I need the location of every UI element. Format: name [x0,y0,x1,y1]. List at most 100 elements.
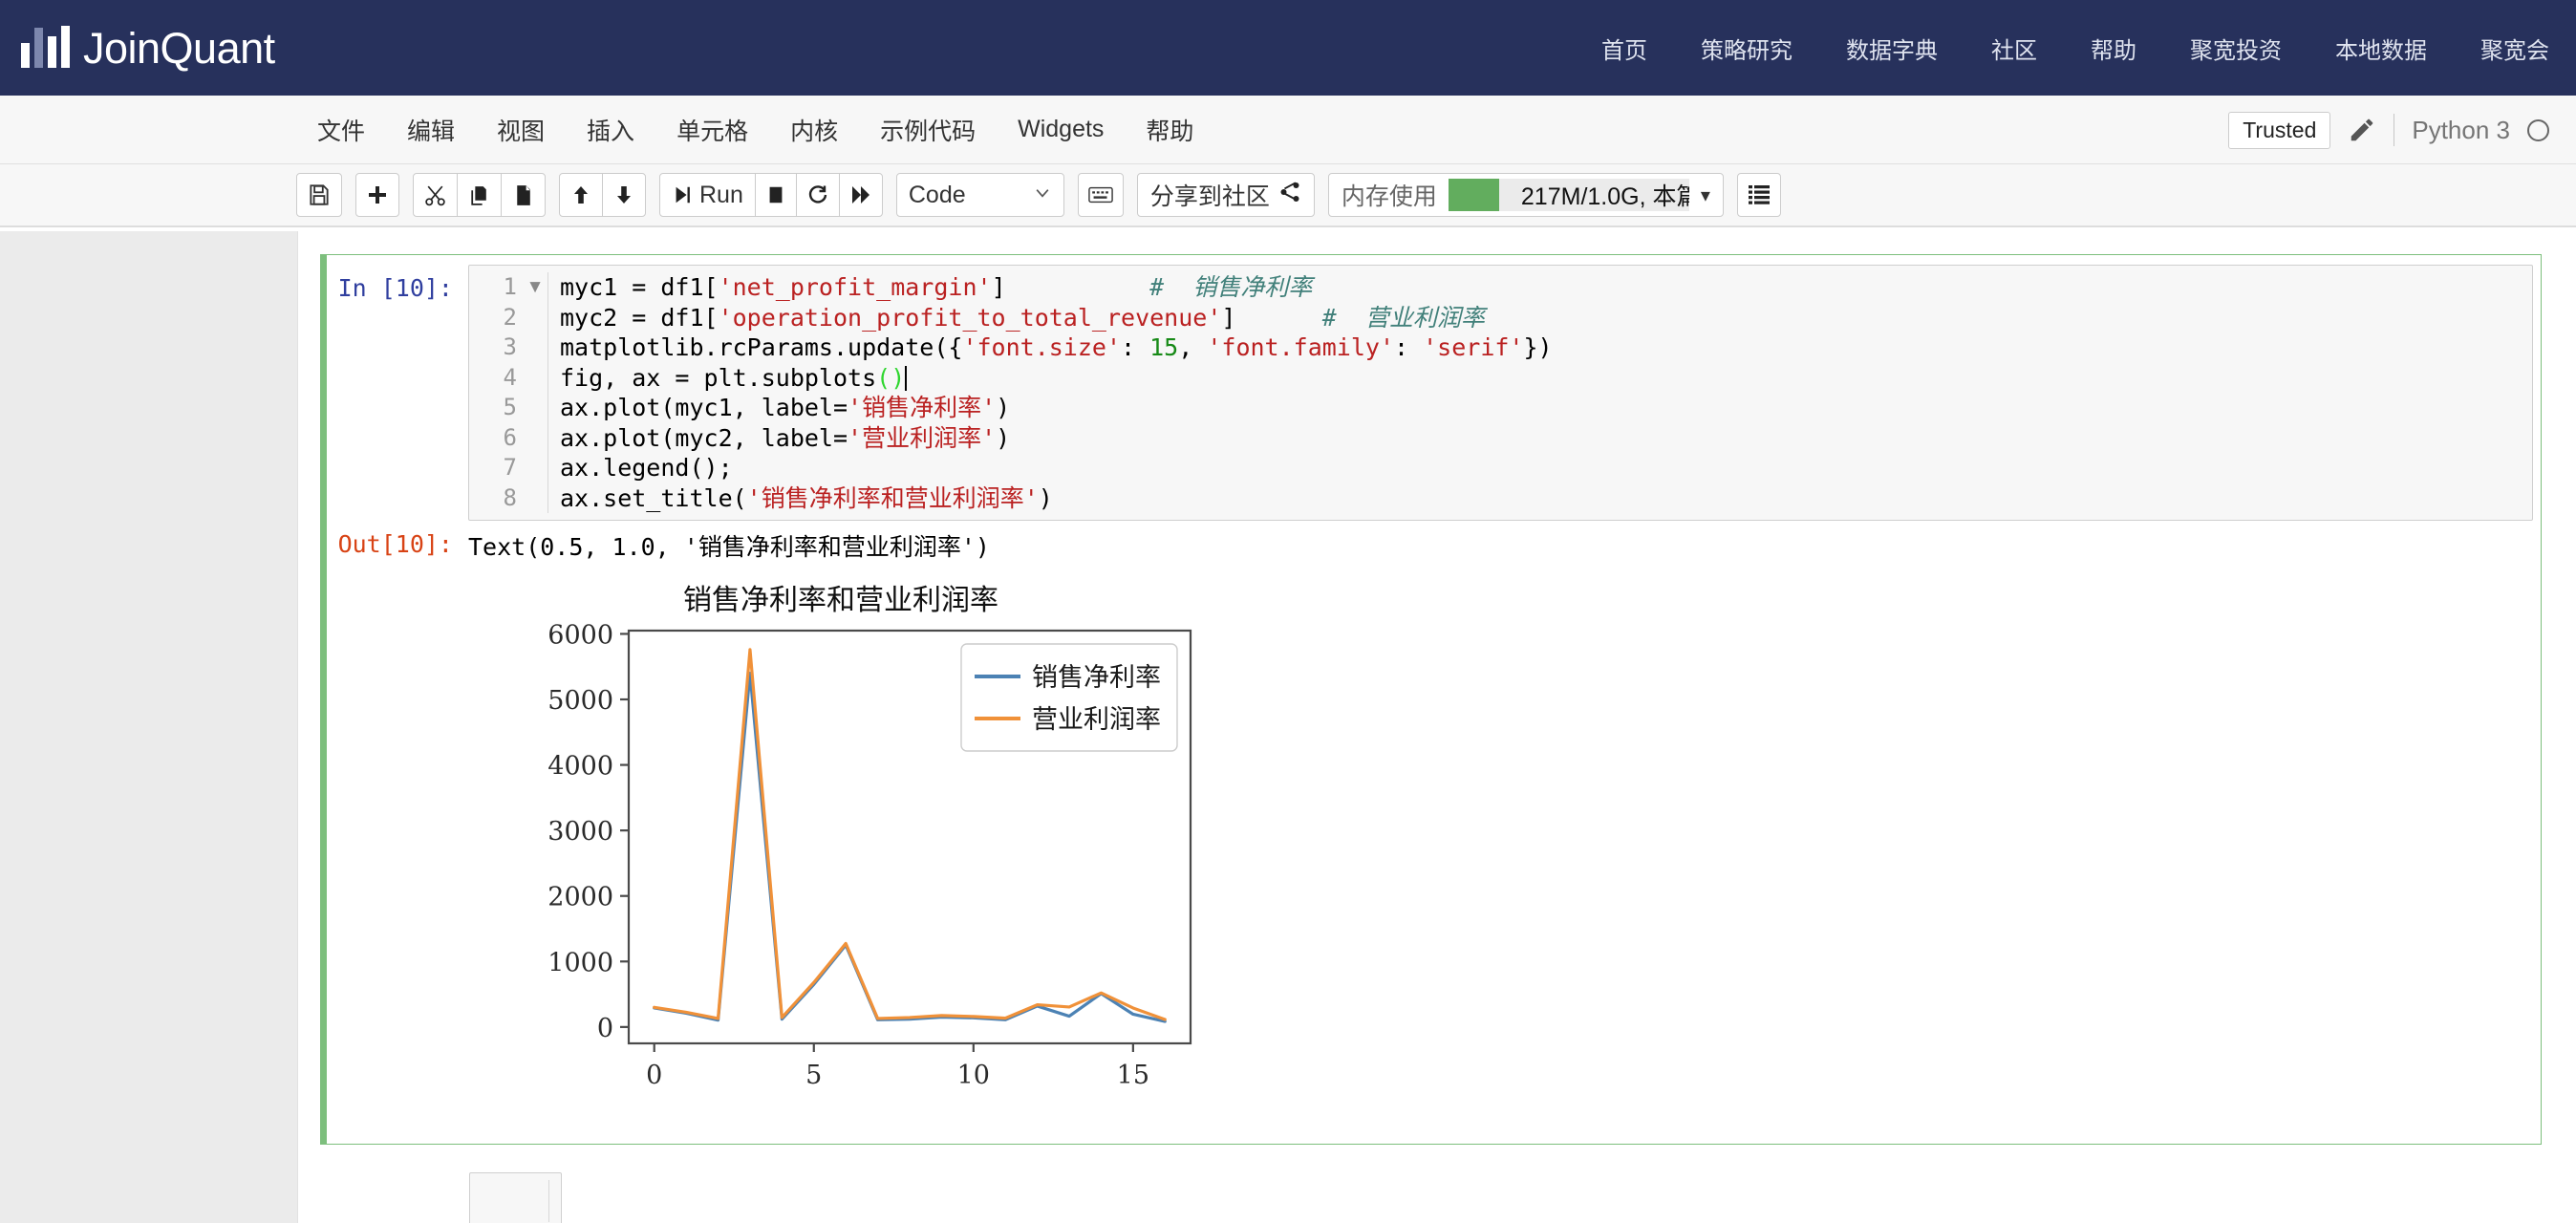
code-line: myc2 = df1['operation_profit_to_total_re… [560,303,2532,333]
output-text: Text(0.5, 1.0, '销售净利率和营业利润率') [468,521,990,564]
menu-help[interactable]: 帮助 [1125,105,1214,155]
share-button-label: 分享到社区 [1150,178,1270,212]
token-plain: ax.set_title( [560,484,747,512]
token-tok-str: 'font.family' [1207,333,1394,361]
menu-edit[interactable]: 编辑 [386,105,476,155]
chart-title: 销售净利率和营业利润率 [683,584,998,617]
line-number: 5 [469,393,517,423]
nav-local-data[interactable]: 本地数据 [2308,32,2454,65]
trusted-badge[interactable]: Trusted [2228,112,2330,149]
notebook-area: In [10]: 12345678 ▼ myc1 = df1['net_prof… [0,231,2576,1223]
copy-button[interactable] [457,173,502,217]
next-code-cell[interactable] [327,1162,2542,1223]
kernel-status-indicator[interactable] [2527,119,2549,141]
menu-view[interactable]: 视图 [476,105,566,155]
x-tick-label: 15 [1117,1061,1149,1090]
nav-strategy-research[interactable]: 策略研究 [1674,32,1819,65]
memory-usage-widget[interactable]: 内存使用 217M/1.0G, 本篇186.58I ▾ [1328,173,1724,217]
memory-dropdown-caret-icon[interactable]: ▾ [1701,183,1710,207]
share-icon [1278,181,1301,210]
next-line-number-gutter [470,1180,524,1222]
y-tick-label: 2000 [547,883,613,912]
interrupt-kernel-button[interactable] [755,173,797,217]
save-button[interactable] [296,173,342,217]
memory-usage-label: 内存使用 [1342,178,1437,212]
token-plain: ) [1039,484,1053,512]
cut-button[interactable] [413,173,458,217]
next-input-prompt [335,1172,469,1210]
nav-data-dictionary[interactable]: 数据字典 [1819,32,1964,65]
code-line: ax.set_title('销售净利率和营业利润率') [560,483,2532,514]
table-of-contents-button[interactable] [1737,173,1781,217]
code-cell[interactable]: In [10]: 12345678 ▼ myc1 = df1['net_prof… [327,254,2542,1145]
share-to-community-button[interactable]: 分享到社区 [1137,173,1315,217]
nav-help[interactable]: 帮助 [2064,32,2163,65]
token-tok-brk: () [876,364,905,392]
menu-widgets[interactable]: Widgets [997,108,1125,151]
site-nav: 首页 策略研究 数据字典 社区 帮助 聚宽投资 本地数据 聚宽会 [1575,0,2576,96]
code-text[interactable]: myc1 = df1['net_profit_margin'] # 销售净利率m… [547,272,2532,513]
line-number-gutter: 12345678 [469,272,523,513]
restart-kernel-button[interactable] [796,173,840,217]
next-code-editor[interactable] [469,1172,562,1223]
chart-legend-label: 销售净利率 [1032,663,1161,693]
token-plain: fig, ax = plt.subplots [560,364,876,392]
menu-cell[interactable]: 单元格 [655,105,769,155]
chevron-down-icon [1033,182,1052,209]
site-logo[interactable]: JoinQuant [21,27,275,70]
token-plain: ax.plot(myc2, label= [560,424,848,452]
cell-type-select[interactable]: Code [896,173,1064,217]
token-plain: myc1 = df1[ [560,273,719,301]
line-number: 4 [469,363,517,394]
nav-community[interactable]: 社区 [1964,32,2064,65]
insert-group [355,173,399,217]
nav-home[interactable]: 首页 [1575,32,1674,65]
menu-examples[interactable]: 示例代码 [859,105,997,155]
next-code-text[interactable] [548,1180,561,1222]
token-tok-str: 'operation_profit_to_total_revenue' [719,304,1222,332]
code-line: myc1 = df1['net_profit_margin'] # 销售净利率 [560,272,2532,303]
token-caret [905,366,907,391]
next-cell-input-row [335,1172,562,1223]
token-plain: : [1394,333,1423,361]
code-editor[interactable]: 12345678 ▼ myc1 = df1['net_profit_margin… [468,265,2533,521]
token-plain: ax.legend(); [560,454,733,482]
site-header: JoinQuant 首页 策略研究 数据字典 社区 帮助 聚宽投资 本地数据 聚… [0,0,2576,96]
token-tok-com: # 营业利润率 [1322,304,1485,332]
run-group: Run [659,173,883,217]
kernel-name-label: Python 3 [2412,116,2510,145]
token-tok-str: '销售净利率和营业利润率' [747,484,1039,512]
y-tick-label: 5000 [547,686,613,716]
line-number: 6 [469,423,517,454]
keyboard-group [1078,173,1124,217]
keyboard-shortcuts-button[interactable] [1078,173,1124,217]
token-tok-str: '销售净利率' [848,394,996,421]
menu-list: 文件 编辑 视图 插入 单元格 内核 示例代码 Widgets 帮助 [296,105,1214,155]
token-tok-str: 'font.size' [962,333,1121,361]
insert-cell-below-button[interactable] [355,173,399,217]
menu-kernel[interactable]: 内核 [769,105,859,155]
fold-toggle[interactable]: ▼ [523,272,547,303]
move-cell-down-button[interactable] [602,173,646,217]
paste-button[interactable] [501,173,546,217]
run-cell-button[interactable]: Run [659,173,756,217]
notebook-menubar: 文件 编辑 视图 插入 单元格 内核 示例代码 Widgets 帮助 Trust… [0,96,2576,164]
menu-file[interactable]: 文件 [296,105,386,155]
menu-insert[interactable]: 插入 [566,105,655,155]
token-plain: matplotlib.rcParams.update({ [560,333,962,361]
nav-joinquant-invest[interactable]: 聚宽投资 [2163,32,2308,65]
nav-joinquant-member[interactable]: 聚宽会 [2454,32,2576,65]
cell-type-value: Code [909,182,966,209]
code-line: ax.plot(myc1, label='销售净利率') [560,393,2532,423]
move-cell-up-button[interactable] [559,173,603,217]
restart-and-run-all-button[interactable] [839,173,883,217]
menubar-status-group: Trusted Python 3 [2228,96,2549,164]
pencil-icon[interactable] [2348,116,2376,144]
token-plain: ) [996,394,1010,421]
notebook-toolbar: Run Code [0,164,2576,227]
line-number: 7 [469,453,517,483]
code-fold-gutter[interactable]: ▼ [523,272,547,513]
notebook-page: In [10]: 12345678 ▼ myc1 = df1['net_prof… [298,231,2576,1223]
token-plain: , [1178,333,1207,361]
line-number: 3 [469,333,517,363]
